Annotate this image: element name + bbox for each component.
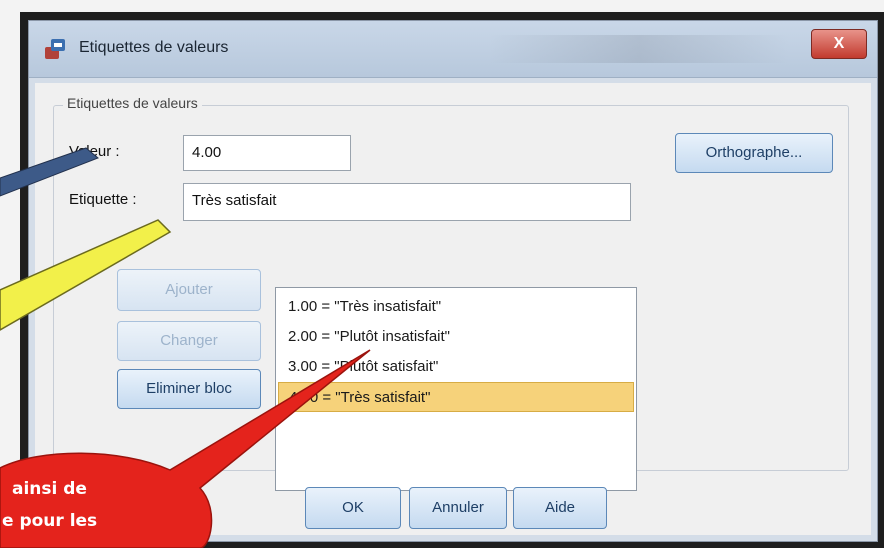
- callout-line-2: e pour les: [2, 511, 98, 531]
- annotation-layer: [0, 147, 371, 548]
- callout-line-1: ainsi de: [12, 479, 87, 499]
- yellow-pointer-arrow: [0, 219, 172, 331]
- blue-pointer-arrow: [0, 147, 99, 197]
- callout-text: ainsi de e pour les: [0, 476, 200, 548]
